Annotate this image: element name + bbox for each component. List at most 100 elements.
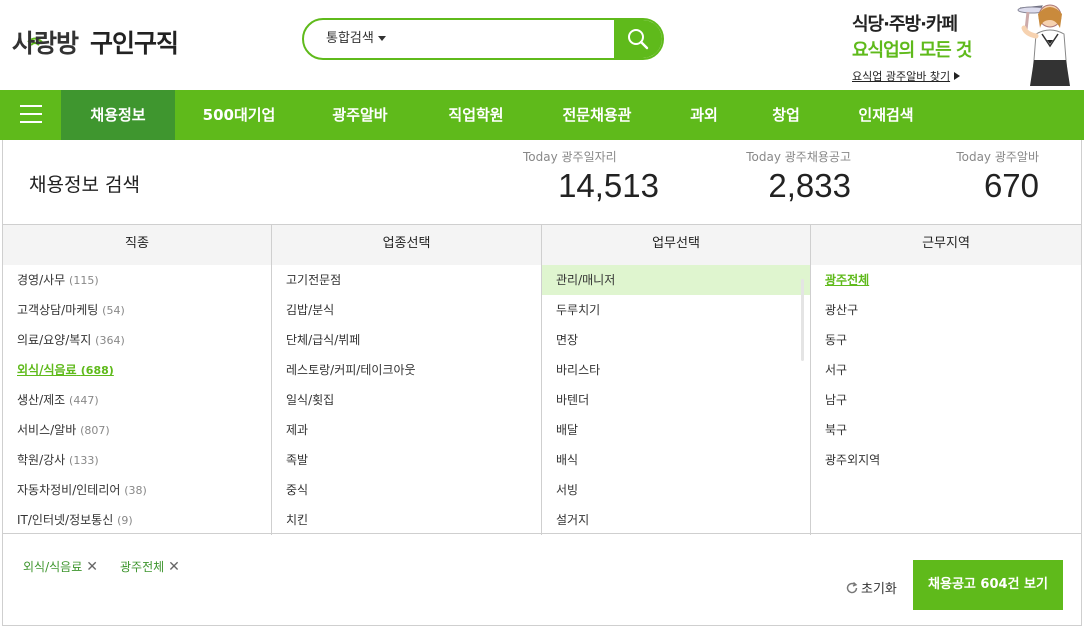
list-item[interactable]: 생산/제조 (447) xyxy=(3,385,271,415)
list-item-label: 외식/식음료 xyxy=(17,363,77,377)
promo-link-label: 요식업 광주알바 찾기 xyxy=(852,70,951,83)
list-item-count: (133) xyxy=(69,454,99,467)
list-item[interactable]: 바텐더 xyxy=(542,385,810,415)
list-item[interactable]: 서빙 xyxy=(542,475,810,505)
list-item[interactable]: 고기전문점 xyxy=(272,265,541,295)
list-item-count: (364) xyxy=(95,334,125,347)
list-item[interactable]: 경영/사무 (115) xyxy=(3,265,271,295)
list-item[interactable]: 레스토랑/커피/테이크아웃 xyxy=(272,355,541,385)
list-item[interactable]: 족발 xyxy=(272,445,541,475)
logo[interactable]: 사랑방 구인구직 xyxy=(12,20,179,60)
list-item-count: (115) xyxy=(69,274,99,287)
list-item-label: 배식 xyxy=(556,453,579,467)
list-item-label: 고기전문점 xyxy=(286,273,342,287)
list-item-label: 고객상담/마케팅 xyxy=(17,303,99,317)
list-item[interactable]: 단체/급식/뷔페 xyxy=(272,325,541,355)
list-item-label: 의료/요양/복지 xyxy=(17,333,92,347)
search-input[interactable] xyxy=(404,20,614,58)
list-item-count: (38) xyxy=(124,484,147,497)
search-type-label: 통합검색 xyxy=(326,31,374,46)
task-list-scrollbar[interactable] xyxy=(801,279,804,361)
nav-item-tutoring[interactable]: 과외 xyxy=(672,90,736,140)
list-item[interactable]: IT/인터넷/정보통신 (9) xyxy=(3,505,271,535)
list-item-label: 생산/제조 xyxy=(17,393,66,407)
list-item[interactable]: 북구 xyxy=(811,415,1081,445)
nav-item-top500[interactable]: 500대기업 xyxy=(187,90,291,140)
list-item[interactable]: 중식 xyxy=(272,475,541,505)
list-item-label: 설거지 xyxy=(556,513,590,527)
list-item[interactable]: 외식/식음료 (688) xyxy=(3,355,271,385)
industry-list: 고기전문점김밥/분식 단체/급식/뷔페레스토랑/커피/테이크아웃일식/횟집 제과 족발… xyxy=(272,265,541,535)
nav-item-gwangju-alba[interactable]: 광주알바 xyxy=(312,90,408,140)
stat-label: Today 광주일자리 xyxy=(523,150,617,164)
logo-main-text: 사랑방 xyxy=(12,29,79,58)
nav-item-jobs[interactable]: 채용정보 xyxy=(61,90,175,140)
menu-icon[interactable] xyxy=(20,105,42,125)
task-list: 관리/매니저두루치기면장바리스타바텐더배달배식서빙설거지 xyxy=(542,265,810,535)
list-item-count: (54) xyxy=(102,304,125,317)
list-item[interactable]: 광산구 xyxy=(811,295,1081,325)
nav-item-expert[interactable]: 전문채용관 xyxy=(546,90,648,140)
stat-jobs: Today 광주일자리 14,513 xyxy=(523,148,659,205)
list-item-count: (9) xyxy=(117,514,133,527)
caret-down-icon xyxy=(377,36,386,41)
list-item-label: 레스토랑/커피/테이크아웃 xyxy=(286,363,416,377)
list-item[interactable]: 서구 xyxy=(811,355,1081,385)
filter-chip[interactable]: 광주전체 ✕ xyxy=(120,558,180,575)
list-item-count: (688) xyxy=(80,364,114,377)
filter-columns: 직종 경영/사무 (115) 고객상담/마케팅 (54) 의료/요양/복지 (364… xyxy=(3,224,1081,535)
filter-chip[interactable]: 외식/식음료 ✕ xyxy=(23,558,98,575)
nav-item-academy[interactable]: 직업학원 xyxy=(428,90,524,140)
list-item[interactable]: 동구 xyxy=(811,325,1081,355)
list-item[interactable]: 면장 xyxy=(542,325,810,355)
list-item[interactable]: 고객상담/마케팅 (54) xyxy=(3,295,271,325)
list-item-label: 면장 xyxy=(556,333,579,347)
list-item[interactable]: 자동차정비/인테리어 (38) xyxy=(3,475,271,505)
chip-label: 외식/식음료 xyxy=(23,560,83,574)
column-region: 근무지역 광주전체 광산구 동구 서구 남구 북구 광주외지역 xyxy=(811,225,1081,535)
list-item[interactable]: 제과 xyxy=(272,415,541,445)
list-item[interactable]: 관리/매니저 xyxy=(542,265,810,295)
list-item[interactable]: 두루치기 xyxy=(542,295,810,325)
arrow-right-icon xyxy=(954,72,961,80)
view-postings-button[interactable]: 채용공고 604건 보기 xyxy=(913,560,1063,610)
list-item[interactable]: 바리스타 xyxy=(542,355,810,385)
waitress-illustration xyxy=(1017,4,1070,86)
list-item-label: 바리스타 xyxy=(556,363,601,377)
list-item[interactable]: 서비스/알바 (807) xyxy=(3,415,271,445)
list-item[interactable]: 배식 xyxy=(542,445,810,475)
column-header: 직종 xyxy=(3,225,271,265)
list-item-label: 서빙 xyxy=(556,483,579,497)
promo-banner[interactable]: 식당·주방·카페 요식업의 모든 것 요식업 광주알바 찾기 xyxy=(850,4,1080,86)
nav-item-startup[interactable]: 창업 xyxy=(754,90,818,140)
list-item[interactable]: 일식/횟집 xyxy=(272,385,541,415)
list-item[interactable]: 광주전체 xyxy=(811,265,1081,295)
search-type-dropdown[interactable]: 통합검색 xyxy=(326,20,386,58)
stat-value: 14,513 xyxy=(558,167,659,204)
search-button[interactable] xyxy=(614,20,662,58)
list-item-label: 두루치기 xyxy=(556,303,601,317)
promo-line1: 식당·주방·카페 xyxy=(852,14,958,35)
list-item-label: 서비스/알바 xyxy=(17,423,77,437)
promo-link[interactable]: 요식업 광주알바 찾기 xyxy=(852,68,961,84)
close-icon[interactable]: ✕ xyxy=(86,560,98,574)
list-item[interactable]: 치킨 xyxy=(272,505,541,535)
stat-alba: Today 광주알바 670 xyxy=(923,148,1039,205)
job-type-list: 경영/사무 (115) 고객상담/마케팅 (54) 의료/요양/복지 (364) 외식… xyxy=(3,265,271,535)
stat-postings: Today 광주채용공고 2,833 xyxy=(723,148,851,205)
list-item[interactable]: 광주외지역 xyxy=(811,445,1081,475)
reset-button[interactable]: 초기화 xyxy=(845,578,897,597)
list-item-label: 바텐더 xyxy=(556,393,590,407)
list-item[interactable]: 남구 xyxy=(811,385,1081,415)
list-item[interactable]: 설거지 xyxy=(542,505,810,535)
list-item[interactable]: 의료/요양/복지 (364) xyxy=(3,325,271,355)
list-item-count: (447) xyxy=(69,394,99,407)
column-header: 업무선택 xyxy=(542,225,810,265)
promo-line2: 요식업의 모든 것 xyxy=(852,40,972,61)
close-icon[interactable]: ✕ xyxy=(168,560,180,574)
list-item[interactable]: 학원/강사 (133) xyxy=(3,445,271,475)
list-item[interactable]: 김밥/분식 xyxy=(272,295,541,325)
chip-label: 광주전체 xyxy=(119,560,165,574)
list-item[interactable]: 배달 xyxy=(542,415,810,445)
nav-item-talent[interactable]: 인재검색 xyxy=(842,90,930,140)
